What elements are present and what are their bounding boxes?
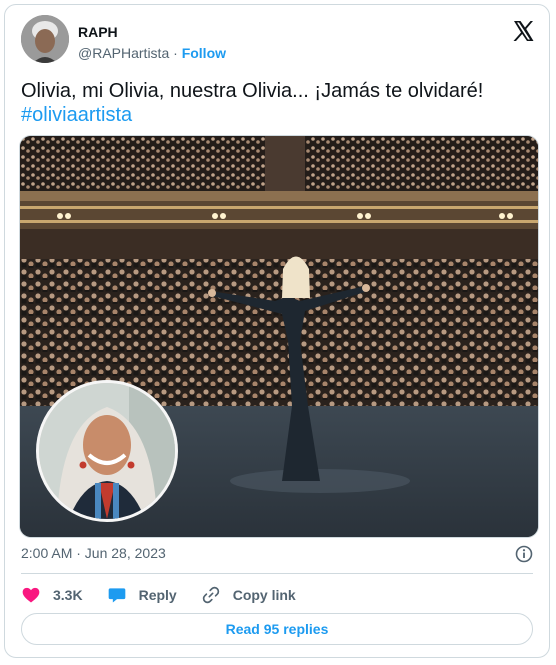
tweet-card: RAPH @RAPHartista · Follow Olivia, mi Ol… — [4, 4, 550, 658]
reply-bubble-icon — [108, 588, 125, 603]
author-avatar[interactable] — [21, 15, 69, 63]
author-name[interactable]: RAPH — [78, 24, 118, 40]
hashtag-link[interactable]: #oliviaartista — [21, 103, 541, 127]
inset-portrait-image — [36, 380, 178, 522]
tweet-text: Olivia, mi Olivia, nuestra Olivia... ¡Ja… — [21, 79, 541, 127]
info-icon[interactable] — [515, 545, 533, 563]
author-handle[interactable]: @RAPHartista — [78, 45, 169, 61]
copy-link-label: Copy link — [232, 587, 296, 603]
like-button[interactable]: 3.3K — [21, 585, 83, 605]
action-bar: 3.3K Reply Copy link — [21, 583, 320, 607]
heart-icon — [22, 587, 40, 603]
reply-button[interactable]: Reply — [107, 585, 177, 605]
follow-button[interactable]: Follow — [182, 45, 226, 61]
reply-label: Reply — [138, 587, 177, 603]
separator: · — [173, 45, 178, 61]
x-logo-icon[interactable] — [511, 19, 535, 43]
divider — [21, 573, 533, 574]
link-icon — [202, 586, 219, 604]
tweet-body: Olivia, mi Olivia, nuestra Olivia... ¡Ja… — [21, 80, 484, 102]
tweet-timestamp[interactable]: 2:00 AM · Jun 28, 2023 — [21, 545, 166, 561]
author-handle-row: @RAPHartista · Follow — [78, 45, 226, 61]
like-count: 3.3K — [53, 587, 83, 603]
read-replies-button[interactable]: Read 95 replies — [21, 613, 533, 645]
copy-link-button[interactable]: Copy link — [201, 585, 296, 605]
